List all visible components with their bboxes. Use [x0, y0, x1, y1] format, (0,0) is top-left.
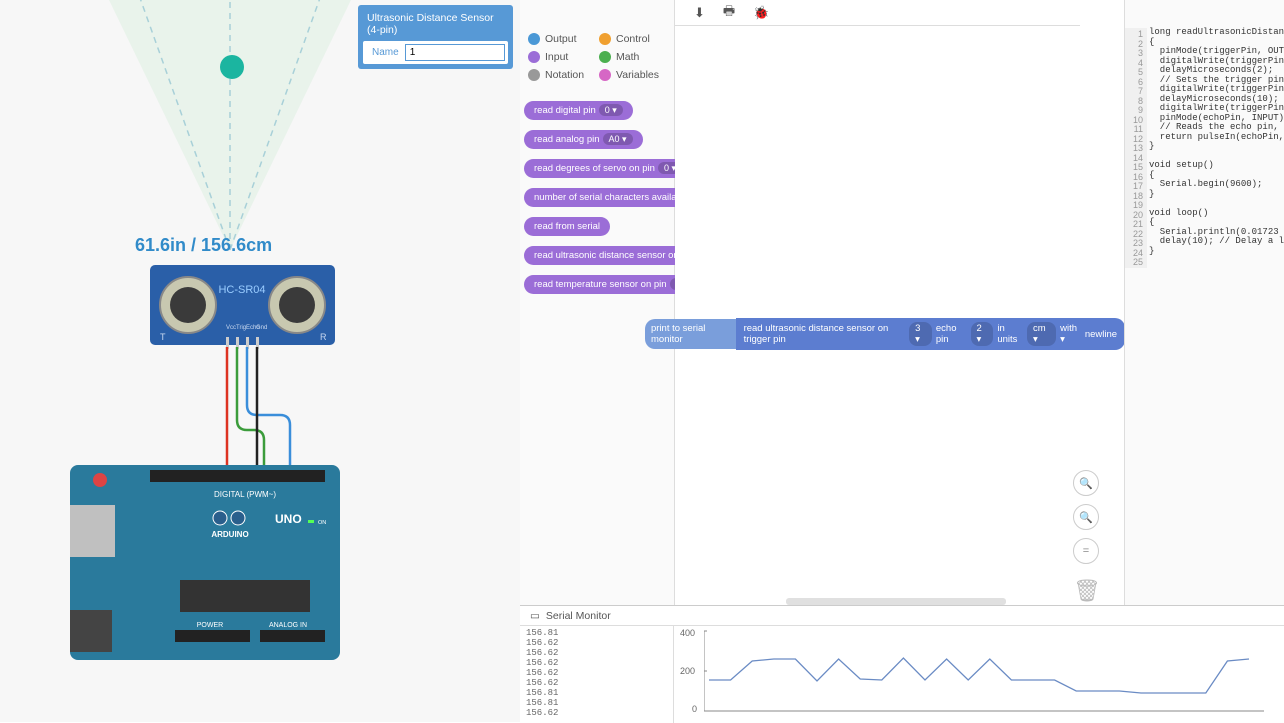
serial-log[interactable]: 156.81156.62156.62156.62156.62156.62156.…: [520, 626, 674, 723]
property-title: Ultrasonic Distance Sensor (4-pin): [363, 10, 508, 41]
svg-text:POWER: POWER: [197, 622, 223, 629]
palette-block[interactable]: read from serial: [524, 217, 610, 236]
code-editor[interactable]: 1234567891011121314151617181920212223242…: [1124, 0, 1284, 605]
palette-block[interactable]: read degrees of servo on pin0 ▾: [524, 159, 692, 178]
svg-text:UNO: UNO: [275, 512, 302, 526]
svg-text:ARDUINO: ARDUINO: [211, 530, 248, 539]
workspace-block-print[interactable]: print to serial monitor read ultrasonic …: [645, 318, 1125, 350]
category-notation[interactable]: Notation: [526, 66, 597, 84]
palette-block[interactable]: read digital pin0 ▾: [524, 101, 633, 120]
category-output[interactable]: Output: [526, 30, 597, 48]
blocks-workspace[interactable]: print to serial monitor read ultrasonic …: [675, 26, 1125, 605]
debug-icon[interactable]: 🐞: [753, 5, 769, 21]
category-math[interactable]: Math: [597, 48, 668, 66]
property-name-input[interactable]: [405, 44, 505, 61]
serial-monitor-panel: ▭ Serial Monitor 156.81156.62156.62156.6…: [520, 605, 1284, 722]
zoom-fit-button[interactable]: =: [1073, 538, 1099, 564]
svg-text:DIGITAL (PWM~): DIGITAL (PWM~): [214, 490, 276, 499]
zoom-out-button[interactable]: 🔍: [1073, 504, 1099, 530]
category-variables[interactable]: Variables: [597, 66, 668, 84]
category-input[interactable]: Input: [526, 48, 597, 66]
svg-text:ON: ON: [318, 520, 326, 526]
serial-header[interactable]: ▭ Serial Monitor: [520, 606, 1284, 626]
category-control[interactable]: Control: [597, 30, 668, 48]
palette-block[interactable]: number of serial characters available: [524, 188, 699, 207]
property-name-label: Name: [366, 47, 405, 58]
zoom-controls: 🔍 🔍 = 🗑: [1073, 470, 1099, 612]
panel-resize-handle[interactable]: [786, 598, 1006, 605]
serial-chart: 400 200 0: [674, 626, 1284, 723]
blocks-palette: Output Control Input Math Notation Varia…: [520, 0, 675, 605]
block-categories: Output Control Input Math Notation Varia…: [520, 0, 674, 92]
serial-icon: ▭: [530, 610, 540, 622]
svg-text:ANALOG IN: ANALOG IN: [269, 622, 307, 629]
palette-block[interactable]: read analog pinA0 ▾: [524, 130, 643, 149]
zoom-in-button[interactable]: 🔍: [1073, 470, 1099, 496]
arduino-board[interactable]: DIGITAL (PWM~) ARDUINO UNO ON POWER ANAL…: [70, 455, 345, 665]
circuit-canvas[interactable]: 61.6in / 156.6cm HC-SR04 T R Vcc Trig Ec…: [0, 0, 520, 722]
component-properties-panel: Ultrasonic Distance Sensor (4-pin) Name: [358, 5, 513, 69]
download-icon[interactable]: ⬇: [694, 5, 705, 21]
code-toolbar: ⬇ 🖶 🐞: [680, 0, 800, 26]
code-text[interactable]: long readUltrasonicDistance(int { pinMod…: [1149, 28, 1284, 256]
print-icon[interactable]: 🖶: [723, 2, 735, 24]
code-line-numbers: 1234567891011121314151617181920212223242…: [1125, 28, 1147, 268]
block-list: read digital pin0 ▾ read analog pinA0 ▾ re…: [520, 92, 674, 303]
